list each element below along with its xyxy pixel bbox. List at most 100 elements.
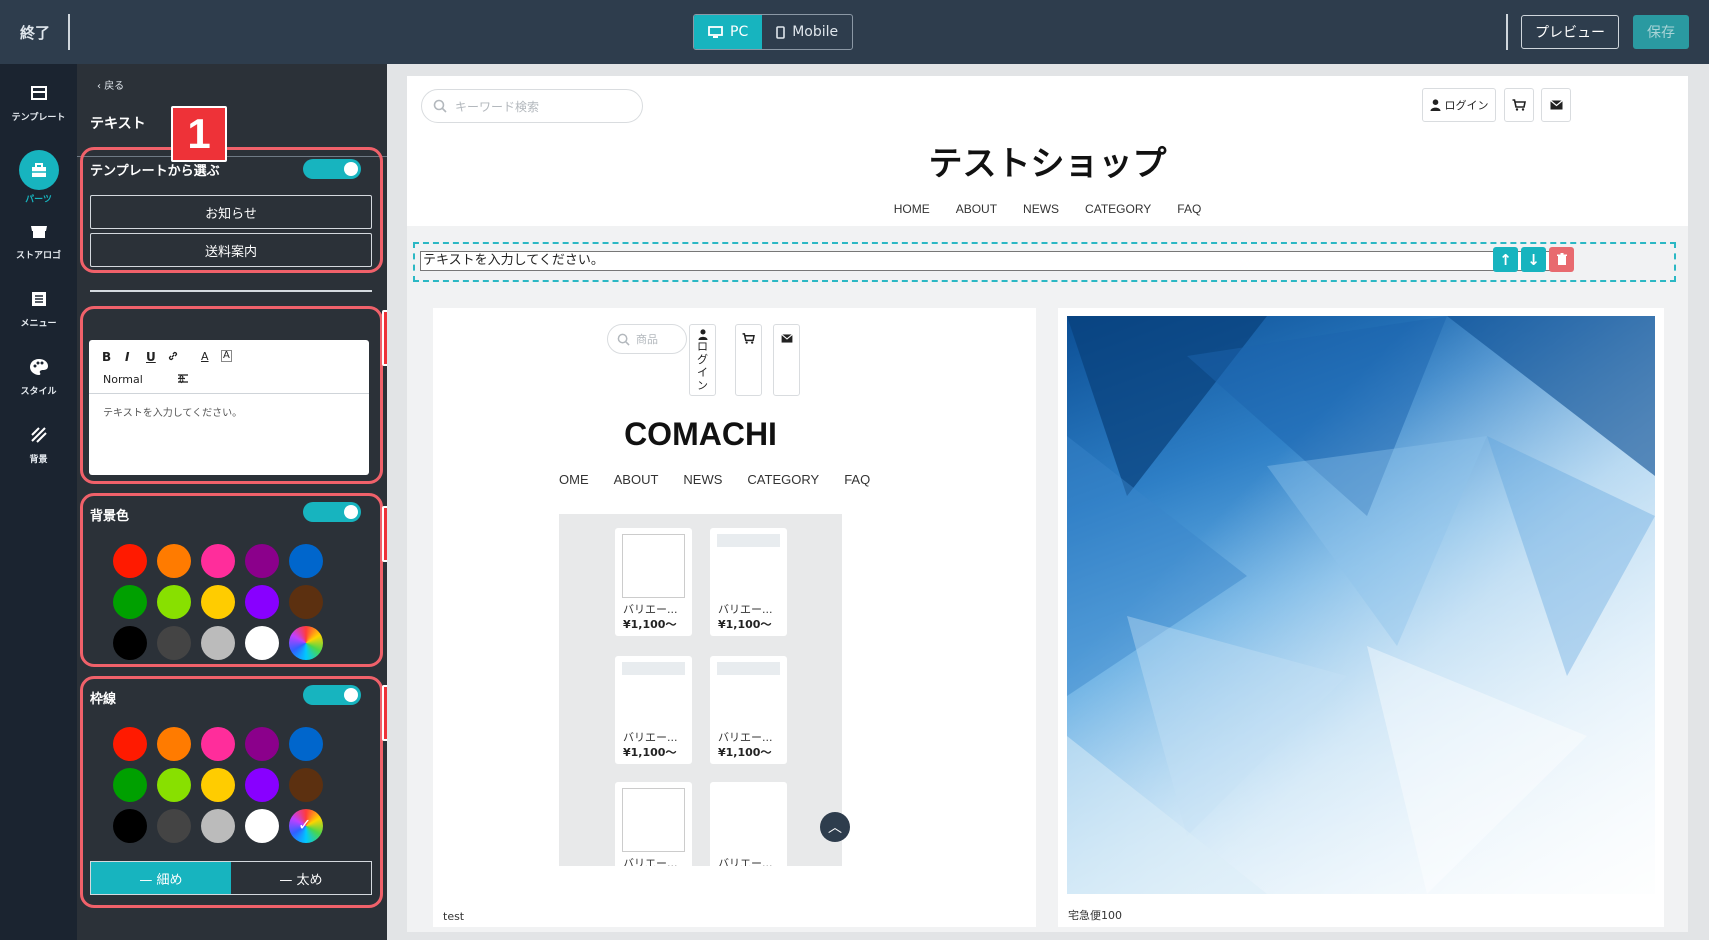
preview-button[interactable]: プレビュー — [1521, 15, 1619, 49]
mobile-nav-about[interactable]: ABOUT — [614, 472, 659, 487]
user-icon — [1430, 99, 1440, 111]
divider — [68, 14, 70, 50]
nav-item-template[interactable]: テンプレート — [0, 84, 77, 123]
move-down-button[interactable]: ↓ — [1521, 247, 1546, 272]
phone-icon — [776, 25, 786, 39]
product-card[interactable]: バリエー... ¥1,100〜 — [710, 656, 787, 764]
mobile-nav-news[interactable]: NEWS — [683, 472, 722, 487]
product-price: ¥1,100〜 — [718, 618, 772, 631]
product-image — [717, 788, 780, 852]
device-pc-button[interactable]: PC — [694, 15, 763, 49]
delete-button[interactable] — [1549, 247, 1574, 272]
highlight-box-2 — [80, 306, 383, 484]
product-card[interactable]: バリエー... — [615, 782, 692, 866]
device-mobile-label: Mobile — [792, 24, 839, 40]
nav-news[interactable]: NEWS — [1023, 202, 1059, 216]
mobile-mail-button[interactable] — [773, 324, 800, 396]
nav-item-label: 背景 — [29, 455, 48, 465]
device-mobile-button[interactable]: Mobile — [762, 15, 852, 49]
mobile-nav-faq[interactable]: FAQ — [844, 472, 870, 487]
left-nav: テンプレート パーツ ストアロゴ メニュー スタイル 背景 — [0, 64, 77, 940]
mobile-search-placeholder: 商品 — [636, 333, 658, 346]
store-icon — [30, 226, 47, 238]
product-card[interactable]: バリエー... ¥1,100〜 — [615, 528, 692, 636]
arrow-up-icon: ↑ — [1499, 250, 1512, 269]
nav-item-store-logo[interactable]: ストアロゴ — [0, 222, 77, 261]
back-link[interactable]: ‹ 戻る — [97, 77, 124, 92]
selected-text-block[interactable]: テキストを入力してください。 ↑ ↓ — [413, 242, 1676, 282]
product-card[interactable]: バリエー... ¥1,100〜 — [710, 528, 787, 636]
nav-item-label: ストアロゴ — [15, 251, 61, 261]
nav-item-background[interactable]: 背景 — [0, 426, 77, 465]
mobile-shop-title: COMACHI — [624, 416, 777, 452]
product-name: バリエー... — [623, 731, 678, 744]
arrow-down-icon: ↓ — [1527, 250, 1540, 269]
trash-icon — [1556, 253, 1567, 265]
background-icon — [30, 427, 47, 443]
nav-item-label: パーツ — [25, 195, 52, 205]
shop-nav: HOME ABOUT NEWS CATEGORY FAQ — [407, 202, 1688, 216]
mobile-card-caption: test — [443, 910, 465, 923]
user-icon — [697, 328, 708, 340]
device-pc-label: PC — [730, 24, 749, 40]
cart-button[interactable] — [1504, 88, 1534, 122]
back-label: 戻る — [104, 81, 125, 92]
parts-icon — [18, 150, 59, 190]
scroll-top-button[interactable]: ︿ — [820, 812, 850, 842]
exit-button[interactable]: 終了 — [20, 22, 50, 43]
highlight-box-1 — [80, 147, 383, 273]
mail-button[interactable] — [1541, 88, 1571, 122]
save-button[interactable]: 保存 — [1633, 15, 1689, 49]
product-card[interactable]: バリエー... — [710, 782, 787, 866]
product-image — [622, 788, 685, 852]
nav-item-style[interactable]: スタイル — [0, 358, 77, 397]
login-label: ログイン — [1444, 99, 1489, 112]
product-grid: バリエー... ¥1,100〜 バリエー... ¥1,100〜 バリエー... … — [559, 514, 842, 866]
mobile-login-button[interactable]: ロ グ イ ン — [689, 324, 716, 396]
mobile-nav-category[interactable]: CATEGORY — [747, 472, 819, 487]
product-card[interactable]: バリエー... ¥1,100〜 — [615, 656, 692, 764]
divider — [1506, 14, 1508, 50]
shop-search-input[interactable]: キーワード検索 — [421, 89, 643, 123]
shop-title: テストショップ — [928, 144, 1167, 184]
nav-item-label: メニュー — [20, 319, 57, 329]
nav-home[interactable]: HOME — [894, 202, 930, 216]
mobile-nav: OME ABOUT NEWS CATEGORY FAQ — [559, 472, 870, 487]
text-block-content[interactable]: テキストを入力してください。 — [420, 251, 1571, 271]
product-name: バリエー... — [718, 731, 773, 744]
envelope-icon — [1549, 100, 1563, 110]
search-icon — [617, 333, 630, 346]
settings-panel: ‹ 戻る テキスト テンプレートから選ぶ お知らせ 送料案内 1 B I U A… — [77, 64, 438, 940]
divider — [90, 290, 372, 292]
product-image — [622, 534, 685, 598]
nav-faq[interactable]: FAQ — [1177, 202, 1201, 216]
move-up-button[interactable]: ↑ — [1493, 247, 1518, 272]
nav-category[interactable]: CATEGORY — [1085, 202, 1151, 216]
search-placeholder: キーワード検索 — [455, 99, 540, 114]
mobile-search-input[interactable]: 商品 — [607, 324, 687, 354]
nav-item-label: スタイル — [20, 387, 57, 397]
nav-item-parts[interactable]: パーツ — [0, 150, 77, 205]
mobile-cart-button[interactable] — [735, 324, 762, 396]
nav-item-menu[interactable]: メニュー — [0, 290, 77, 329]
product-name: バリエー... — [623, 603, 678, 616]
product-image — [717, 534, 780, 598]
mobile-nav-home[interactable]: OME — [559, 472, 589, 487]
shop-header: キーワード検索 ログイン テストショップ HOME ABOUT NEWS CAT… — [407, 76, 1688, 226]
menu-icon — [31, 292, 46, 306]
step-badge-1: 1 — [171, 106, 227, 162]
nav-item-label: テンプレート — [11, 113, 66, 123]
highlight-box-4 — [80, 676, 383, 908]
envelope-icon — [780, 334, 793, 343]
monitor-icon — [708, 25, 723, 38]
panel-title: テキスト — [90, 116, 146, 132]
login-button[interactable]: ログイン — [1422, 88, 1496, 122]
nav-about[interactable]: ABOUT — [956, 202, 997, 216]
template-icon — [30, 86, 47, 100]
hero-image — [1067, 316, 1655, 894]
search-icon — [433, 99, 447, 113]
product-price: ¥1,100〜 — [623, 746, 677, 759]
mobile-preview-card: 商品 ロ グ イ ン COMACHI OME ABOUT NEWS CATEGO… — [433, 308, 1036, 927]
device-toggle: PC Mobile — [693, 14, 854, 50]
chevron-up-icon: ︿ — [828, 820, 842, 836]
